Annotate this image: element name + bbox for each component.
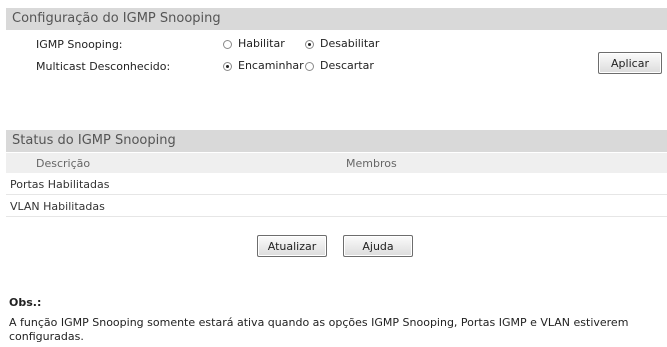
table-row: VLAN Habilitadas	[6, 196, 667, 217]
config-section-header: Configuração do IGMP Snooping	[6, 8, 667, 30]
help-button[interactable]: Ajuda	[343, 235, 413, 257]
row-description: Portas Habilitadas	[10, 178, 110, 191]
row-description: VLAN Habilitadas	[10, 200, 105, 213]
igmp-enable-radio[interactable]	[223, 40, 232, 49]
igmp-disable-radio[interactable]	[305, 40, 314, 49]
apply-button[interactable]: Aplicar	[598, 52, 662, 74]
status-section-title: Status do IGMP Snooping	[12, 133, 176, 148]
status-section-header: Status do IGMP Snooping	[6, 130, 667, 152]
refresh-button[interactable]: Atualizar	[257, 235, 327, 257]
multicast-discard-radio[interactable]	[305, 62, 314, 71]
multicast-discard-label[interactable]: Descartar	[320, 59, 374, 72]
multicast-forward-label[interactable]: Encaminhar	[238, 59, 304, 72]
multicast-forward-radio[interactable]	[223, 62, 232, 71]
note-title: Obs.:	[9, 296, 42, 309]
config-section-title: Configuração do IGMP Snooping	[12, 11, 221, 26]
table-row: Portas Habilitadas	[6, 174, 667, 195]
igmp-enable-label[interactable]: Habilitar	[238, 37, 285, 50]
column-header-members: Membros	[346, 157, 397, 170]
igmp-snooping-label: IGMP Snooping:	[36, 38, 123, 51]
multicast-unknown-label: Multicast Desconhecido:	[36, 60, 171, 73]
note-text: A função IGMP Snooping somente estará at…	[9, 316, 629, 343]
column-header-description: Descrição	[36, 157, 91, 170]
status-table-header: Descrição Membros	[6, 153, 667, 173]
igmp-disable-label[interactable]: Desabilitar	[320, 37, 379, 50]
